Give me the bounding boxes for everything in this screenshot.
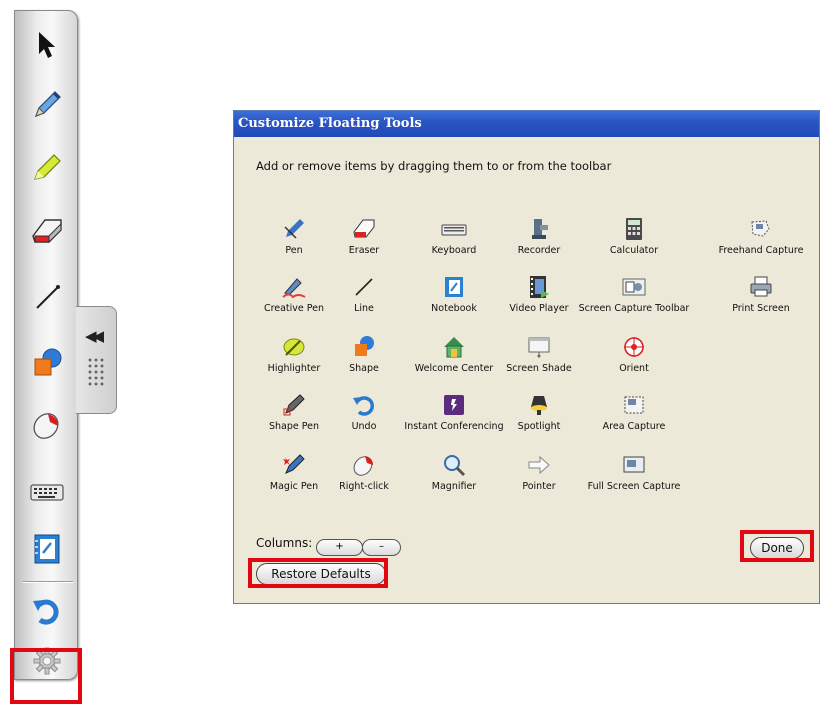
tool-area-capture[interactable]: Area Capture <box>574 391 694 432</box>
video-player-icon <box>524 273 554 301</box>
restore-defaults-highlight-box <box>248 558 388 588</box>
toolbar-collapse-handle[interactable]: ◀◀ <box>76 306 117 414</box>
keyboard-icon[interactable] <box>25 471 69 515</box>
undo-icon <box>349 391 379 419</box>
columns-label: Columns: <box>256 536 313 550</box>
full-screen-capture-icon <box>619 451 649 479</box>
area-capture-icon <box>619 391 649 419</box>
tool-full-screen-capture[interactable]: Full Screen Capture <box>574 451 694 492</box>
tool-calculator[interactable]: Calculator <box>574 215 694 256</box>
notebook-icon[interactable] <box>25 527 69 571</box>
tool-freehand-capture[interactable]: Freehand Capture <box>701 215 820 256</box>
undo-icon[interactable] <box>25 589 69 633</box>
highlighter-icon[interactable] <box>25 145 69 189</box>
columns-increase-button[interactable]: + <box>316 539 363 556</box>
toolbar-separator <box>23 581 73 583</box>
eraser-icon <box>349 215 379 243</box>
freehand-capture-icon <box>746 215 776 243</box>
line-icon[interactable] <box>25 275 69 319</box>
customize-floating-tools-dialog: Customize Floating Tools Add or remove i… <box>233 110 820 604</box>
screen-capture-toolbar-icon <box>619 273 649 301</box>
print-screen-icon <box>746 273 776 301</box>
pointer-icon <box>524 451 554 479</box>
shape-icon[interactable] <box>25 341 69 385</box>
calculator-icon <box>619 215 649 243</box>
screen-shade-icon <box>524 333 554 361</box>
drag-grip-icon <box>87 357 105 387</box>
tool-screen-capture-toolbar[interactable]: Screen Capture Toolbar <box>574 273 694 314</box>
shape-icon <box>349 333 379 361</box>
eraser-icon[interactable] <box>25 209 69 253</box>
welcome-center-icon <box>439 333 469 361</box>
keyboard-icon <box>439 215 469 243</box>
notebook-icon <box>439 273 469 301</box>
done-highlight-box <box>740 530 814 562</box>
orient-icon <box>619 333 649 361</box>
select-arrow-icon[interactable] <box>25 23 69 67</box>
dialog-title: Customize Floating Tools <box>234 111 819 137</box>
tool-orient[interactable]: Orient <box>574 333 694 374</box>
dialog-instructions: Add or remove items by dragging them to … <box>256 159 612 173</box>
magnifier-icon <box>439 451 469 479</box>
recorder-icon <box>524 215 554 243</box>
collapse-arrows-icon: ◀◀ <box>85 327 104 345</box>
instant-conferencing-icon <box>439 391 469 419</box>
floating-toolbar <box>14 10 78 680</box>
spotlight-icon <box>524 391 554 419</box>
right-click-icon <box>349 451 379 479</box>
gear-highlight-box <box>10 648 82 704</box>
columns-decrease-button[interactable]: – <box>362 539 401 556</box>
right-click-icon[interactable] <box>25 403 69 447</box>
pen-icon[interactable] <box>25 83 69 127</box>
line-icon <box>349 273 379 301</box>
tool-print-screen[interactable]: Print Screen <box>701 273 820 314</box>
